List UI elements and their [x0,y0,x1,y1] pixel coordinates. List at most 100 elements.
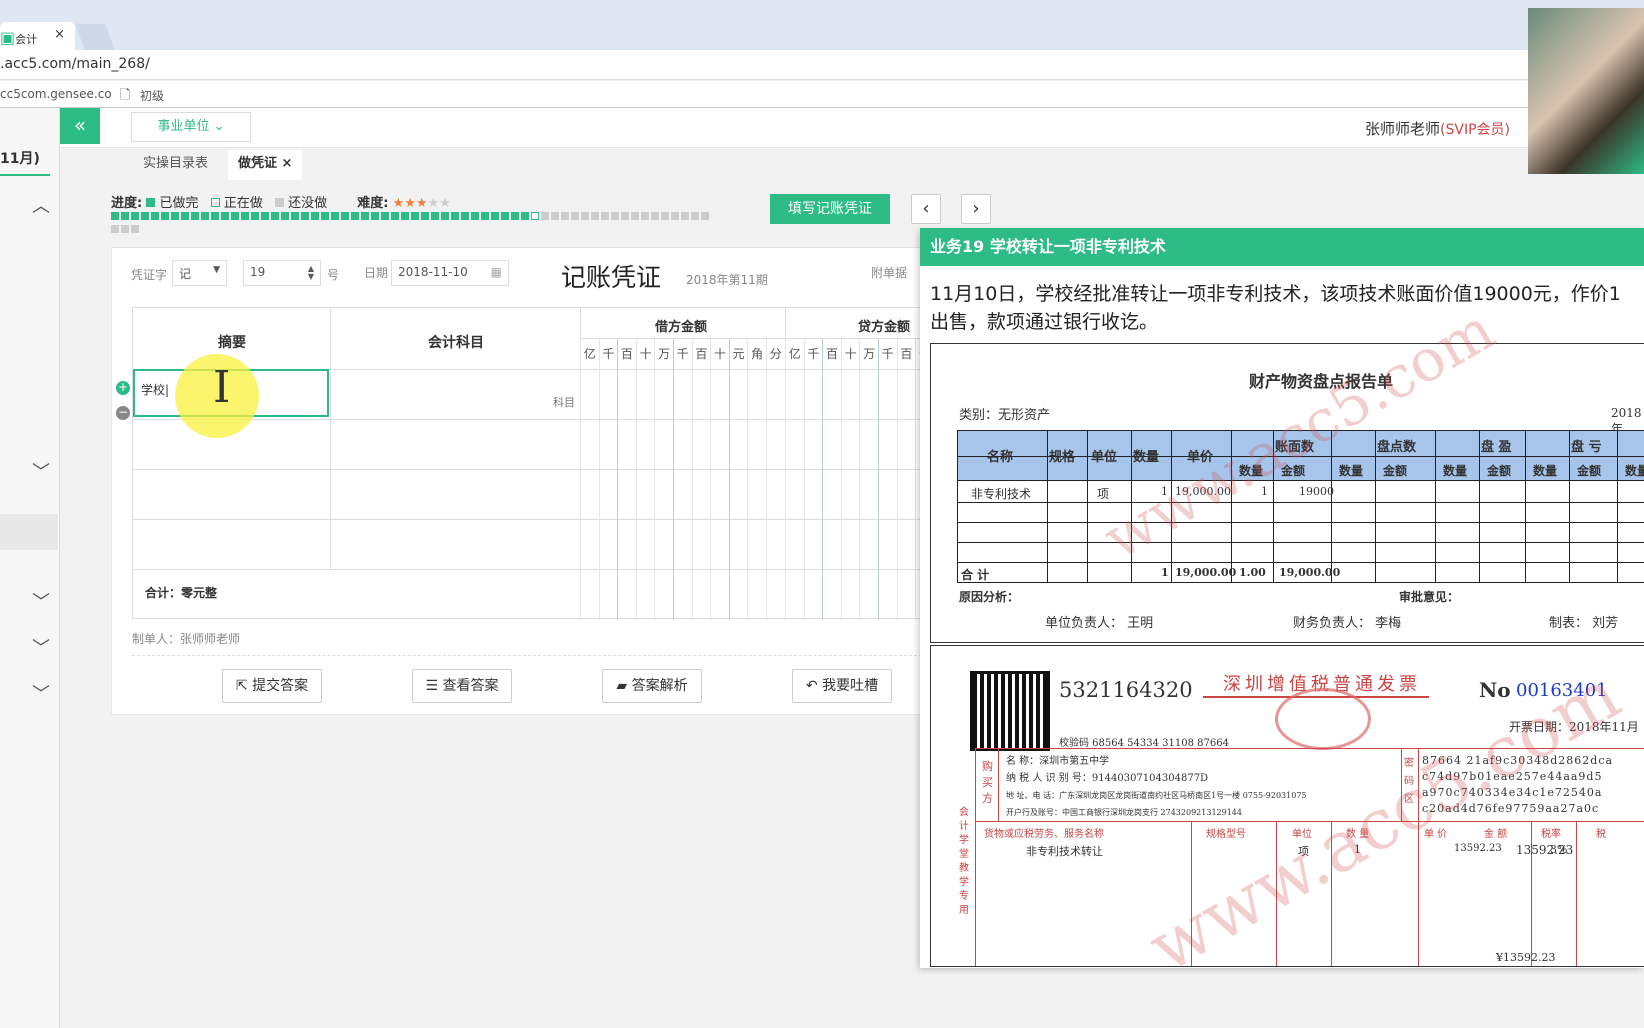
feedback-button[interactable]: ↶ 我要吐槽 [792,669,892,703]
progress-cell[interactable] [191,212,199,220]
progress-cell[interactable] [461,212,469,220]
progress-cell[interactable] [501,212,509,220]
user-info[interactable]: 张师师老师(SVIP会员) [1365,118,1510,139]
add-row-icon[interactable]: + [116,381,130,395]
calendar-icon[interactable]: ▦ [491,265,502,279]
word-select[interactable]: 记 ▼ [172,260,227,286]
view-answer-button[interactable]: ☰ 查看答案 [412,669,512,703]
progress-cell[interactable] [521,212,529,220]
progress-cell[interactable] [531,212,539,220]
next-button[interactable]: › [961,194,991,224]
close-icon[interactable]: × [54,27,65,42]
submit-label: 提交答案 [252,678,309,694]
total-book-amt: 19,000.00 [1279,566,1341,579]
chevron-up-icon[interactable]: ︿ [32,192,50,218]
sidebar-month[interactable]: 11月) [0,148,40,168]
progress-cell[interactable] [111,212,119,220]
date-input[interactable]: 2018-11-10 ▦ [391,260,509,286]
progress-cell[interactable] [181,212,189,220]
progress-cell[interactable] [161,212,169,220]
fill-voucher-button[interactable]: 填写记账凭证 [770,194,890,224]
progress-cell[interactable] [111,225,119,233]
address-bar[interactable]: .acc5.com/main_268/ [0,50,1644,80]
chevron-down-icon[interactable]: ﹀ [32,588,50,614]
progress-cell[interactable] [131,212,139,220]
progress-cell[interactable] [391,212,399,220]
progress-cell[interactable] [341,212,349,220]
progress-cell[interactable] [241,212,249,220]
progress-cell[interactable] [701,212,709,220]
collapse-sidebar-button[interactable]: « [60,108,100,144]
progress-cell[interactable] [481,212,489,220]
progress-cell[interactable] [131,225,139,233]
progress-cell[interactable] [351,212,359,220]
progress-cell[interactable] [541,212,549,220]
progress-cell[interactable] [561,212,569,220]
chevron-down-icon[interactable]: ﹀ [32,634,50,660]
progress-cell[interactable] [621,212,629,220]
progress-cell[interactable] [681,212,689,220]
progress-cell[interactable] [631,212,639,220]
chevron-down-icon[interactable]: ﹀ [32,680,50,706]
progress-cell[interactable] [301,212,309,220]
progress-cell[interactable] [211,212,219,220]
progress-cell[interactable] [261,212,269,220]
progress-cell[interactable] [661,212,669,220]
progress-cell[interactable] [571,212,579,220]
progress-cell[interactable] [641,212,649,220]
prev-button[interactable]: ‹ [911,194,941,224]
progress-cell[interactable] [441,212,449,220]
progress-cell[interactable] [231,212,239,220]
progress-cell[interactable] [141,212,149,220]
sidebar-item-active[interactable] [0,514,58,550]
chevron-down-icon[interactable]: ﹀ [32,458,50,484]
bookmark-item[interactable]: 初级 [140,87,164,104]
progress-cell[interactable] [611,212,619,220]
progress-cell[interactable] [671,212,679,220]
browser-tab[interactable]: ▣会计 × [0,22,75,50]
progress-cell[interactable] [311,212,319,220]
progress-cell[interactable] [511,212,519,220]
dept-dropdown[interactable]: 事业单位 ⌄ [131,112,251,142]
close-icon[interactable]: × [282,156,293,171]
qr-code-icon [970,671,1050,751]
progress-cell[interactable] [291,212,299,220]
spinner-icon[interactable]: ▲ ▼ [308,265,314,281]
progress-cell[interactable] [491,212,499,220]
progress-cell[interactable] [471,212,479,220]
progress-cell[interactable] [651,212,659,220]
progress-cell[interactable] [551,212,559,220]
progress-cell[interactable] [271,212,279,220]
bookmark-item[interactable]: cc5com.gensee.co [0,87,112,101]
progress-cell[interactable] [381,212,389,220]
url-text: .acc5.com/main_268/ [0,56,150,72]
progress-cell[interactable] [201,212,209,220]
progress-cell[interactable] [321,212,329,220]
progress-cell[interactable] [281,212,289,220]
progress-cell[interactable] [601,212,609,220]
progress-cell[interactable] [431,212,439,220]
tab-voucher[interactable]: 做凭证 × [228,150,303,180]
answer-analysis-button[interactable]: ▰ 答案解析 [602,669,702,703]
progress-cell[interactable] [151,212,159,220]
progress-cell[interactable] [411,212,419,220]
page-icon: 🗋 [120,88,131,103]
progress-cell[interactable] [451,212,459,220]
progress-cell[interactable] [401,212,409,220]
progress-cell[interactable] [251,212,259,220]
progress-cell[interactable] [371,212,379,220]
progress-cell[interactable] [331,212,339,220]
tab-catalog[interactable]: 实操目录表 [133,150,218,180]
remove-row-icon[interactable]: − [116,406,130,420]
progress-cell[interactable] [361,212,369,220]
progress-cell[interactable] [221,212,229,220]
progress-cell[interactable] [121,225,129,233]
submit-answer-button[interactable]: ⇱ 提交答案 [222,669,322,703]
progress-cell[interactable] [691,212,699,220]
progress-cell[interactable] [121,212,129,220]
progress-cell[interactable] [171,212,179,220]
progress-cell[interactable] [591,212,599,220]
progress-cell[interactable] [581,212,589,220]
progress-cell[interactable] [421,212,429,220]
number-stepper[interactable]: 19 ▲ ▼ [243,260,321,286]
